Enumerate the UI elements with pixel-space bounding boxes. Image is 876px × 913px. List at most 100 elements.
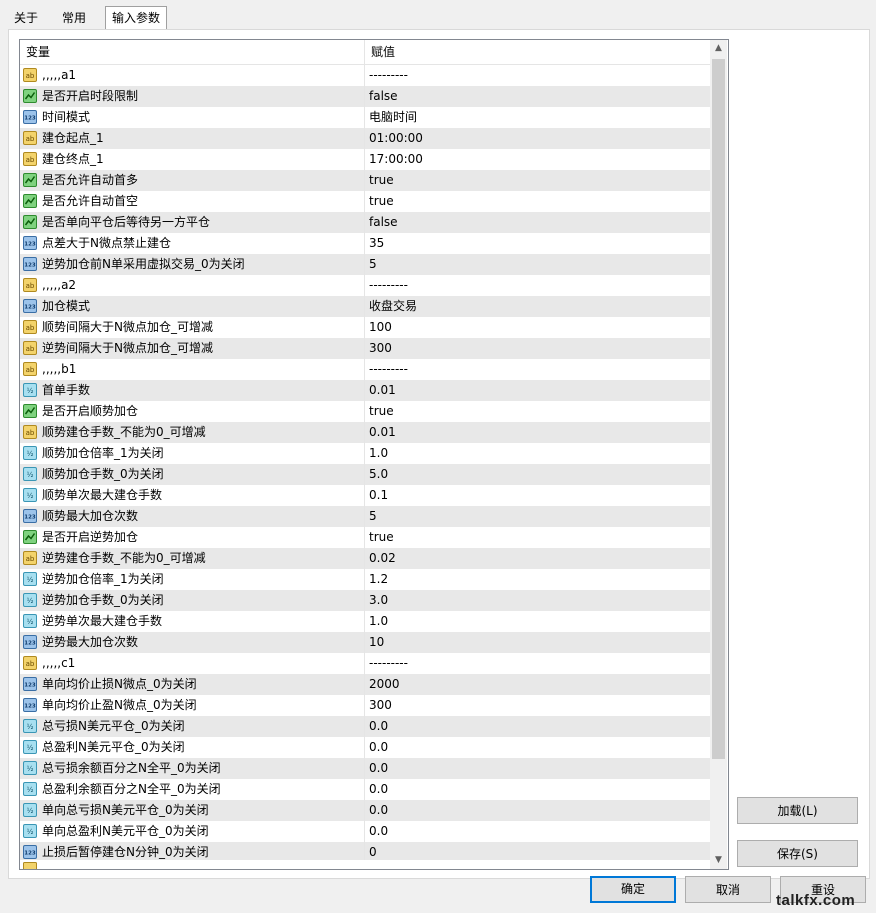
double-icon: ½ bbox=[23, 719, 37, 733]
parameter-value[interactable]: 0.0 bbox=[369, 821, 699, 842]
vertical-scrollbar[interactable]: ▲ ▼ bbox=[710, 40, 727, 869]
double-icon: ½ bbox=[23, 803, 37, 817]
table-row[interactable]: 是否允许自动首空 true bbox=[20, 191, 710, 212]
parameter-value[interactable]: 1.0 bbox=[369, 443, 699, 464]
parameter-value[interactable]: --------- bbox=[369, 275, 699, 296]
parameter-value[interactable]: 0.01 bbox=[369, 422, 699, 443]
parameter-value[interactable]: 5.0 bbox=[369, 464, 699, 485]
column-divider bbox=[364, 254, 365, 275]
parameter-value[interactable]: true bbox=[369, 527, 699, 548]
parameter-value[interactable]: --------- bbox=[369, 653, 699, 674]
parameter-value[interactable]: 10 bbox=[369, 632, 699, 653]
table-row[interactable]: ab ,,,,,a1 --------- bbox=[20, 65, 710, 86]
parameter-value[interactable]: 100 bbox=[369, 317, 699, 338]
scrollbar-thumb[interactable] bbox=[712, 59, 725, 759]
svg-text:ab: ab bbox=[26, 282, 35, 290]
parameter-value[interactable]: 0.0 bbox=[369, 737, 699, 758]
parameter-value[interactable]: 电脑时间 bbox=[369, 107, 699, 128]
table-row[interactable]: ab 逆势建仓手数_不能为0_可增减 0.02 bbox=[20, 548, 710, 569]
parameter-value[interactable]: 1.2 bbox=[369, 569, 699, 590]
svg-text:½: ½ bbox=[27, 576, 34, 584]
parameter-value[interactable]: 0.0 bbox=[369, 779, 699, 800]
table-row[interactable]: ab 顺势间隔大于N微点加仓_可增减 100 bbox=[20, 317, 710, 338]
parameter-name: ,,,,,b1 bbox=[42, 362, 77, 376]
table-row[interactable]: 是否开启顺势加仓 true bbox=[20, 401, 710, 422]
grid-rows: ab ,,,,,a1 --------- 是否开启时段限制 false 123 时间模式 电脑… bbox=[20, 65, 710, 863]
table-row[interactable]: ½ 逆势加仓手数_0为关闭 3.0 bbox=[20, 590, 710, 611]
scroll-up-icon[interactable]: ▲ bbox=[710, 40, 727, 57]
tab-inputs[interactable]: 输入参数 bbox=[105, 6, 168, 29]
table-row[interactable]: 是否允许自动首多 true bbox=[20, 170, 710, 191]
parameter-value[interactable]: 35 bbox=[369, 233, 699, 254]
parameter-name: 逆势单次最大建仓手数 bbox=[42, 614, 163, 628]
table-row[interactable]: ½ 首单手数 0.01 bbox=[20, 380, 710, 401]
parameter-value[interactable]: 5 bbox=[369, 506, 699, 527]
table-row[interactable]: ab 顺势建仓手数_不能为0_可增减 0.01 bbox=[20, 422, 710, 443]
table-row[interactable]: ½ 总盈利余额百分之N全平_0为关闭 0.0 bbox=[20, 779, 710, 800]
table-row[interactable]: 是否单向平仓后等待另一方平仓 false bbox=[20, 212, 710, 233]
parameter-value[interactable]: 0.02 bbox=[369, 548, 699, 569]
table-row[interactable]: 123 顺势最大加仓次数 5 bbox=[20, 506, 710, 527]
table-row[interactable]: ½ 顺势加仓手数_0为关闭 5.0 bbox=[20, 464, 710, 485]
ok-button[interactable]: 确定 bbox=[590, 876, 676, 903]
parameter-value[interactable]: true bbox=[369, 170, 699, 191]
parameter-name: 总盈利余额百分之N全平_0为关闭 bbox=[42, 782, 221, 796]
table-row[interactable]: ½ 单向总亏损N美元平仓_0为关闭 0.0 bbox=[20, 800, 710, 821]
parameter-value[interactable]: 0.01 bbox=[369, 380, 699, 401]
parameter-value[interactable]: 2000 bbox=[369, 674, 699, 695]
parameter-value[interactable]: --------- bbox=[369, 65, 699, 86]
column-divider bbox=[364, 548, 365, 569]
parameter-value[interactable]: 1.0 bbox=[369, 611, 699, 632]
table-row[interactable]: ½ 总亏损N美元平仓_0为关闭 0.0 bbox=[20, 716, 710, 737]
load-button[interactable]: 加载(L) bbox=[737, 797, 858, 824]
parameter-value[interactable]: 3.0 bbox=[369, 590, 699, 611]
column-header-value[interactable]: 赋值 bbox=[365, 40, 711, 64]
table-row[interactable]: ab ,,,,,c1 --------- bbox=[20, 653, 710, 674]
table-row[interactable]: ½ 顺势单次最大建仓手数 0.1 bbox=[20, 485, 710, 506]
parameter-value[interactable]: true bbox=[369, 401, 699, 422]
table-row[interactable]: 123 逆势最大加仓次数 10 bbox=[20, 632, 710, 653]
parameter-value[interactable]: 收盘交易 bbox=[369, 296, 699, 317]
table-row[interactable]: 是否开启时段限制 false bbox=[20, 86, 710, 107]
table-row[interactable]: ab 建仓终点_1 17:00:00 bbox=[20, 149, 710, 170]
parameter-value[interactable]: 0.0 bbox=[369, 758, 699, 779]
parameter-value[interactable]: 0.0 bbox=[369, 716, 699, 737]
string-icon: ab bbox=[23, 656, 37, 670]
table-row[interactable]: 123 单向均价止损N微点_0为关闭 2000 bbox=[20, 674, 710, 695]
parameter-value[interactable]: 17:00:00 bbox=[369, 149, 699, 170]
parameter-value[interactable]: 0.1 bbox=[369, 485, 699, 506]
cancel-button[interactable]: 取消 bbox=[685, 876, 771, 903]
parameter-value[interactable]: 01:00:00 bbox=[369, 128, 699, 149]
table-row[interactable]: 123 时间模式 电脑时间 bbox=[20, 107, 710, 128]
table-row[interactable]: ½ 逆势加仓倍率_1为关闭 1.2 bbox=[20, 569, 710, 590]
parameter-value[interactable]: 300 bbox=[369, 695, 699, 716]
scroll-down-icon[interactable]: ▼ bbox=[710, 852, 727, 869]
table-row[interactable]: ½ 总盈利N美元平仓_0为关闭 0.0 bbox=[20, 737, 710, 758]
table-row[interactable]: ½ 单向总盈利N美元平仓_0为关闭 0.0 bbox=[20, 821, 710, 842]
table-row[interactable]: ½ 总亏损余额百分之N全平_0为关闭 0.0 bbox=[20, 758, 710, 779]
parameter-value[interactable]: --------- bbox=[369, 359, 699, 380]
table-row[interactable]: 123 点差大于N微点禁止建仓 35 bbox=[20, 233, 710, 254]
parameter-value[interactable]: 300 bbox=[369, 338, 699, 359]
table-row[interactable]: ab 建仓起点_1 01:00:00 bbox=[20, 128, 710, 149]
table-row[interactable]: 123 逆势加仓前N单采用虚拟交易_0为关闭 5 bbox=[20, 254, 710, 275]
column-header-variable[interactable]: 变量 bbox=[20, 40, 365, 64]
grid-header: 变量 赋值 bbox=[20, 40, 710, 65]
parameter-value[interactable]: 0.0 bbox=[369, 800, 699, 821]
parameter-value[interactable]: false bbox=[369, 212, 699, 233]
parameter-value[interactable]: false bbox=[369, 86, 699, 107]
table-row[interactable]: ab ,,,,,a2 --------- bbox=[20, 275, 710, 296]
save-button[interactable]: 保存(S) bbox=[737, 840, 858, 867]
table-row[interactable]: 123 加仓模式 收盘交易 bbox=[20, 296, 710, 317]
table-row[interactable]: ab ,,,,,b1 --------- bbox=[20, 359, 710, 380]
parameter-value[interactable]: true bbox=[369, 191, 699, 212]
table-row[interactable]: ½ 顺势加仓倍率_1为关闭 1.0 bbox=[20, 443, 710, 464]
table-row[interactable]: 是否开启逆势加仓 true bbox=[20, 527, 710, 548]
tab-common[interactable]: 常用 bbox=[56, 8, 92, 28]
table-row[interactable]: ½ 逆势单次最大建仓手数 1.0 bbox=[20, 611, 710, 632]
table-row[interactable]: 123 单向均价止盈N微点_0为关闭 300 bbox=[20, 695, 710, 716]
parameter-value[interactable]: 5 bbox=[369, 254, 699, 275]
parameter-name: 逆势加仓前N单采用虚拟交易_0为关闭 bbox=[42, 257, 245, 271]
table-row[interactable]: ab 逆势间隔大于N微点加仓_可增减 300 bbox=[20, 338, 710, 359]
tab-about[interactable]: 关于 bbox=[8, 8, 44, 28]
